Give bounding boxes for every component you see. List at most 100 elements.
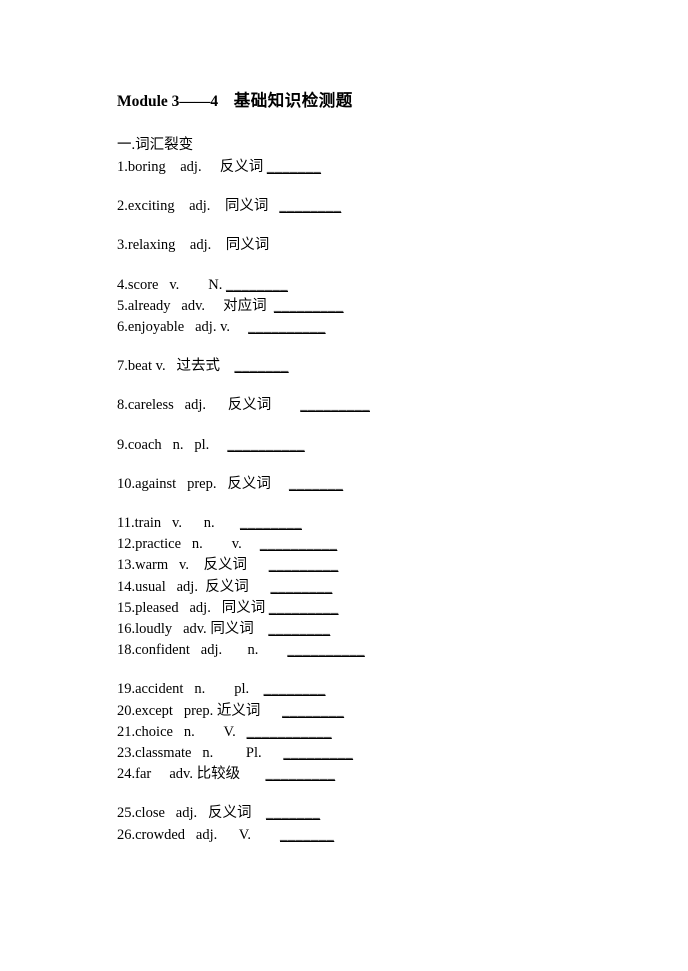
- vocab-item-relation: V.: [238, 826, 251, 843]
- vocab-item-pos: adv.: [183, 621, 207, 638]
- vocab-item-sep1: [161, 515, 172, 531]
- vocab-item-word: loudly: [135, 621, 173, 638]
- vocabulary-item: 2.exciting adj. 同义词 ________: [117, 196, 637, 217]
- vocab-item-blank[interactable]: ________: [264, 681, 326, 697]
- vocab-item-sep3: [254, 621, 269, 637]
- vocab-item-blank[interactable]: _______: [266, 805, 320, 821]
- vocabulary-item: 19.accident n. pl. ________: [117, 679, 637, 700]
- vocab-item-pos: n.: [202, 745, 214, 762]
- vocab-item-relation: 反义词: [227, 475, 271, 492]
- vocabulary-item: 24.far adv. 比较级 _________: [117, 764, 637, 785]
- document-page: Module 3——4 基础知识检测题 一.词汇裂变 1.boring adj.…: [0, 0, 688, 971]
- vocab-item-pos: adj.: [189, 198, 211, 215]
- vocab-item-blank[interactable]: _______: [280, 827, 334, 843]
- vocab-item-blank[interactable]: _________: [265, 766, 335, 782]
- vocab-item-blank[interactable]: __________: [287, 642, 365, 658]
- vocabulary-item: 1.boring adj. 反义词 _______: [117, 157, 637, 178]
- vocab-item-word: close: [135, 805, 165, 822]
- vocab-item-relation: 反义词: [205, 578, 249, 595]
- vocab-item-word: crowded: [135, 826, 186, 843]
- vocab-item-pos: adj.: [184, 397, 206, 414]
- vocab-item-num: 21.: [117, 723, 136, 740]
- vocab-item-pos: adv.: [181, 297, 206, 314]
- vocab-item-blank[interactable]: _________: [274, 298, 344, 314]
- vocab-item-num: 8.: [117, 397, 128, 414]
- document-body: Module 3——4 基础知识检测题 一.词汇裂变 1.boring adj.…: [117, 90, 637, 846]
- vocab-item-blank[interactable]: ________: [282, 703, 344, 719]
- vocab-item-blank[interactable]: _______: [234, 358, 288, 374]
- vocabulary-item: 4.score v. N. ________: [117, 275, 637, 296]
- vocab-item-sep1: [176, 476, 187, 492]
- vocab-item-blank[interactable]: ________: [279, 198, 341, 214]
- vocab-item-blank[interactable]: ________: [268, 621, 330, 637]
- vocab-item-pos: v.: [179, 557, 189, 574]
- vocab-item-sep1: [185, 827, 196, 843]
- vocabulary-item: 9.coach n. pl. __________: [117, 435, 637, 456]
- vocab-item-sep1: [181, 536, 192, 552]
- vocab-item-sep1: [172, 621, 183, 637]
- title-spacer: [218, 93, 234, 110]
- vocab-item-sep2: [183, 437, 194, 453]
- vocab-item-sep1: [166, 579, 177, 595]
- vocab-item-blank[interactable]: ___________: [247, 724, 332, 740]
- vocab-item-blank[interactable]: _______: [267, 159, 321, 175]
- vocab-item-pos: n.: [183, 723, 195, 740]
- vocab-item-blank[interactable]: ________: [270, 579, 332, 595]
- vocab-item-sep3: [262, 745, 284, 761]
- vocab-item-blank[interactable]: __________: [260, 536, 338, 552]
- vocab-item-sep1: [166, 159, 181, 175]
- vocab-item-blank[interactable]: _________: [283, 745, 353, 761]
- vocabulary-item: 12.practice n. v. __________: [117, 534, 637, 555]
- vocab-item-sep3: [220, 358, 235, 374]
- vocab-item-word: against: [135, 475, 177, 492]
- vocab-item-num: 11.: [117, 515, 135, 532]
- vocab-item-blank[interactable]: _______: [289, 476, 343, 492]
- vocab-item-relation: 反义词: [208, 805, 252, 822]
- vocab-item-sep1: [151, 766, 169, 782]
- vocab-item-sep1: [179, 600, 190, 616]
- vocab-item-pos: n.: [172, 436, 184, 453]
- vocab-item-relation: 反义词: [227, 397, 272, 414]
- vocab-item-num: 6.: [117, 319, 128, 336]
- vocab-item-word: far: [135, 766, 152, 783]
- vocab-item-sep1: [190, 642, 201, 658]
- vocab-item-blank[interactable]: _________: [300, 397, 370, 413]
- vocab-item-blank[interactable]: __________: [248, 319, 326, 335]
- vocab-item-sep3: [242, 536, 260, 552]
- vocab-item-num: 20.: [117, 702, 136, 719]
- page-title: Module 3——4 基础知识检测题: [117, 90, 637, 113]
- vocab-item-sep3: [209, 437, 227, 453]
- vocab-item-sep2: [205, 681, 234, 697]
- vocab-item-word: boring: [127, 159, 166, 175]
- vocab-item-blank[interactable]: ________: [226, 277, 288, 293]
- vocab-item-num: 12.: [117, 536, 136, 553]
- vocab-item-pos: adj.: [175, 805, 198, 822]
- vocab-item-sep3: [249, 681, 264, 697]
- vocab-item-word: exciting: [127, 198, 175, 215]
- vocab-item-sep1: [165, 805, 176, 821]
- vocab-item-blank[interactable]: __________: [227, 437, 305, 453]
- vocab-item-pos: adj.: [200, 642, 223, 659]
- vocab-item-word: classmate: [135, 745, 192, 762]
- vocab-item-num: 3.: [117, 237, 128, 254]
- vocab-item-num: 25.: [117, 805, 136, 822]
- vocab-item-sep1: [166, 358, 177, 374]
- vocab-item-sep3: [252, 805, 267, 821]
- vocab-item-sep2: [189, 557, 204, 573]
- vocab-item-relation: pl.: [234, 681, 250, 698]
- vocab-item-sep3: [258, 642, 287, 658]
- vocab-item-sep3: [230, 319, 248, 335]
- vocab-item-relation: 对应词: [223, 297, 267, 314]
- vocab-item-num: 18.: [117, 642, 136, 659]
- vocab-item-blank[interactable]: _________: [269, 557, 339, 573]
- vocab-item-blank[interactable]: ________: [240, 515, 302, 531]
- vocab-item-sep2: [216, 476, 227, 492]
- title-module-label: Module 3——4: [117, 93, 219, 110]
- vocab-item-sep3: [271, 476, 289, 492]
- vocab-item-blank[interactable]: _________: [269, 600, 339, 616]
- vocab-item-pos: adj.: [180, 159, 202, 175]
- vocab-item-word: confident: [135, 642, 190, 659]
- vocab-item-sep1: [168, 557, 179, 573]
- vocab-item-relation: 同义词: [221, 599, 266, 616]
- vocab-item-num: 1.: [117, 159, 128, 175]
